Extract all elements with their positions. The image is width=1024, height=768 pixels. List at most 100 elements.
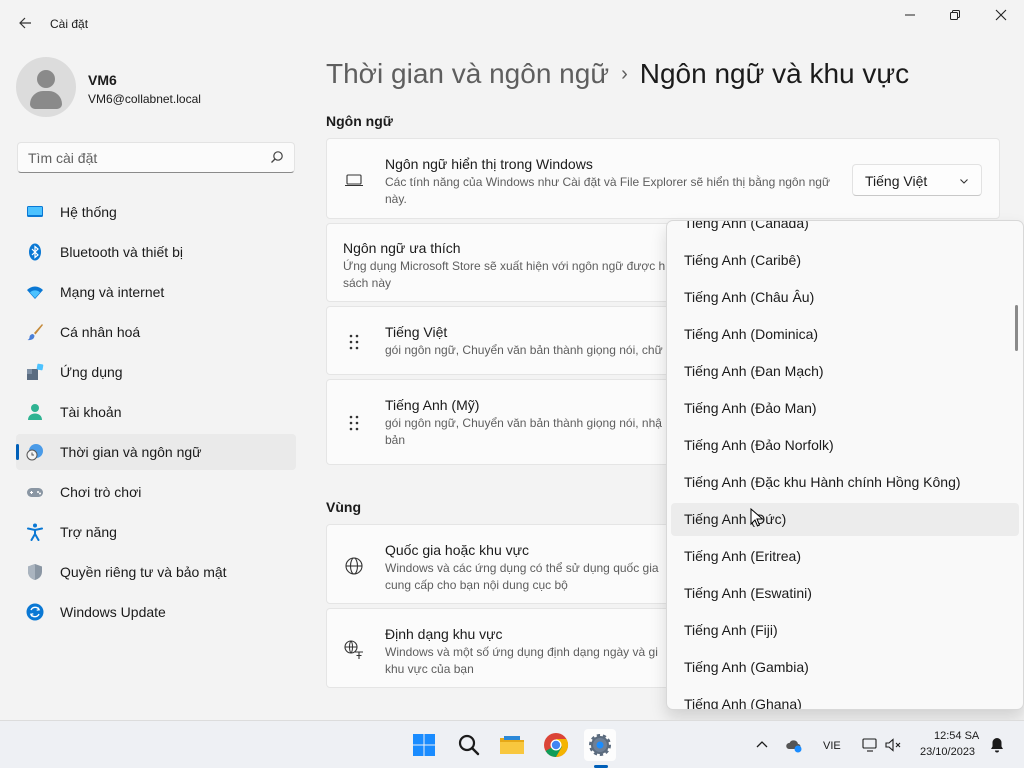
- mouse-cursor-icon: [750, 508, 764, 527]
- dropdown-option[interactable]: Tiếng Anh (Đảo Man): [671, 392, 1019, 425]
- globe-icon: [345, 557, 363, 575]
- taskbar-chrome[interactable]: [540, 729, 572, 761]
- sidebar-item-windows-update[interactable]: Windows Update: [16, 594, 296, 630]
- breadcrumb-separator: ›: [621, 63, 628, 85]
- input-language-indicator[interactable]: VIE: [823, 740, 841, 752]
- sidebar-item-label: Trợ năng: [60, 524, 117, 540]
- clock-date[interactable]: 23/10/2023: [920, 746, 975, 758]
- dropdown-option[interactable]: Tiếng Anh (Canada): [671, 221, 1019, 240]
- laptop-icon: [345, 174, 363, 187]
- dropdown-option[interactable]: Tiếng Anh (Eswatini): [671, 577, 1019, 610]
- chrome-icon: [544, 733, 569, 757]
- country-region-description: Windows và các ứng dụng có thể sử dụng q…: [385, 561, 659, 592]
- avatar-head: [37, 70, 55, 88]
- avatar[interactable]: [16, 57, 76, 117]
- sidebar-item-label: Tài khoản: [60, 404, 122, 420]
- taskbar-settings[interactable]: [584, 729, 616, 761]
- app-title: Cài đặt: [50, 17, 89, 31]
- display-language-title: Ngôn ngữ hiển thị trong Windows: [385, 156, 593, 172]
- dropdown-option[interactable]: Tiếng Anh (Châu Âu): [671, 281, 1019, 314]
- onedrive-icon[interactable]: [785, 736, 803, 754]
- display-language-dropdown[interactable]: Tiếng Việt: [852, 164, 982, 196]
- regional-format-description: Windows và một số ứng dụng định dạng ngà…: [385, 645, 658, 676]
- language-item-title: Tiếng Anh (Mỹ): [385, 397, 480, 413]
- maximize-button[interactable]: [932, 6, 978, 28]
- settings-icon: [589, 734, 611, 756]
- sidebar-item-label: Thời gian và ngôn ngữ: [60, 444, 202, 460]
- time-language-icon: [26, 444, 43, 461]
- sidebar-item-gaming[interactable]: Chơi trò chơi: [16, 474, 296, 510]
- page-title: Ngôn ngữ và khu vực: [639, 58, 910, 89]
- avatar-body: [30, 91, 62, 109]
- sidebar-item-apps[interactable]: Ứng dụng: [16, 354, 296, 390]
- brush-icon: [27, 324, 43, 341]
- dropdown-option-hovered[interactable]: Tiếng Anh (Đức): [671, 503, 1019, 536]
- sidebar-item-label: Ứng dụng: [60, 364, 123, 380]
- minimize-button[interactable]: [887, 6, 933, 28]
- sidebar-item-label: Cá nhân hoá: [60, 324, 141, 340]
- dropdown-option[interactable]: Tiếng Anh (Đảo Norfolk): [671, 429, 1019, 462]
- user-email: VM6@collabnet.local: [88, 92, 201, 106]
- apps-icon: [27, 363, 44, 380]
- search-icon: [458, 734, 480, 756]
- breadcrumb-parent[interactable]: Thời gian và ngôn ngữ: [326, 58, 609, 89]
- sidebar-item-label: Windows Update: [60, 604, 166, 620]
- notification-bell-icon[interactable]: [988, 736, 1006, 754]
- dropdown-option[interactable]: Tiếng Anh (Eritrea): [671, 540, 1019, 573]
- breadcrumb: Thời gian và ngôn ngữ › Ngôn ngữ và khu vự…: [326, 58, 909, 90]
- sidebar-item-system[interactable]: Hệ thống: [16, 194, 296, 230]
- back-arrow-icon: [19, 17, 31, 29]
- dropdown-option[interactable]: Tiếng Anh (Ghana): [671, 688, 1019, 709]
- dropdown-option[interactable]: Tiếng Anh (Đặc khu Hành chính Hồng Kông): [671, 466, 1019, 499]
- account-icon: [28, 404, 42, 420]
- language-dropdown-list[interactable]: Tiếng Anh (Canada) Tiếng Anh (Caribê) Ti…: [666, 220, 1024, 710]
- drag-handle-icon[interactable]: [348, 333, 360, 351]
- sidebar-item-personalization[interactable]: Cá nhân hoá: [16, 314, 296, 350]
- dropdown-option[interactable]: Tiếng Anh (Đan Mạch): [671, 355, 1019, 388]
- dropdown-option[interactable]: Tiếng Anh (Fiji): [671, 614, 1019, 647]
- sidebar-item-accessibility[interactable]: Trợ năng: [16, 514, 296, 550]
- wifi-icon: [27, 286, 43, 299]
- user-name: VM6: [88, 72, 117, 88]
- section-title-language: Ngôn ngữ: [326, 113, 393, 129]
- start-icon: [413, 734, 435, 756]
- volume-muted-icon[interactable]: [884, 736, 902, 754]
- display-language-selected: Tiếng Việt: [865, 173, 928, 189]
- sidebar-item-time-language[interactable]: Thời gian và ngôn ngữ: [16, 434, 296, 470]
- network-icon[interactable]: [861, 736, 879, 754]
- drag-handle-icon[interactable]: [348, 414, 360, 432]
- restore-icon: [950, 10, 960, 20]
- update-icon: [26, 603, 44, 621]
- chevron-down-icon: [960, 179, 968, 184]
- close-button[interactable]: [978, 6, 1024, 28]
- clock-time[interactable]: 12:54 SA: [934, 730, 979, 742]
- chevron-up-icon[interactable]: [753, 736, 771, 754]
- start-button[interactable]: [408, 729, 440, 761]
- search-box[interactable]: [17, 142, 295, 173]
- display-language-description: Các tính năng của Windows như Cài đặt và…: [385, 175, 830, 206]
- monitor-icon: [27, 206, 43, 217]
- accessibility-icon: [27, 523, 43, 541]
- sidebar-item-label: Quyền riêng tư và bảo mật: [60, 564, 227, 580]
- dropdown-option[interactable]: Tiếng Anh (Gambia): [671, 651, 1019, 684]
- regional-format-title: Định dạng khu vực: [385, 626, 503, 642]
- dropdown-scrollbar[interactable]: [1015, 305, 1018, 351]
- close-icon: [995, 9, 1007, 21]
- sidebar-item-bluetooth[interactable]: Bluetooth và thiết bị: [16, 234, 296, 270]
- file-explorer-icon: [500, 736, 524, 754]
- minimize-icon: [905, 14, 915, 16]
- sidebar-item-label: Mạng và internet: [60, 284, 165, 300]
- taskbar-file-explorer[interactable]: [496, 729, 528, 761]
- dropdown-option[interactable]: Tiếng Anh (Dominica): [671, 318, 1019, 351]
- dropdown-option[interactable]: Tiếng Anh (Caribê): [671, 244, 1019, 277]
- back-button[interactable]: [12, 10, 38, 36]
- search-icon[interactable]: [270, 150, 284, 164]
- search-input[interactable]: [18, 143, 258, 172]
- sidebar-item-privacy[interactable]: Quyền riêng tư và bảo mật: [16, 554, 296, 590]
- taskbar-search-button[interactable]: [452, 729, 484, 761]
- taskbar: VIE 12:54 SA 23/10/2023: [0, 720, 1024, 768]
- gamepad-icon: [27, 488, 43, 497]
- sidebar-item-accounts[interactable]: Tài khoản: [16, 394, 296, 430]
- sidebar-item-network[interactable]: Mạng và internet: [16, 274, 296, 310]
- regional-format-icon: [344, 640, 363, 659]
